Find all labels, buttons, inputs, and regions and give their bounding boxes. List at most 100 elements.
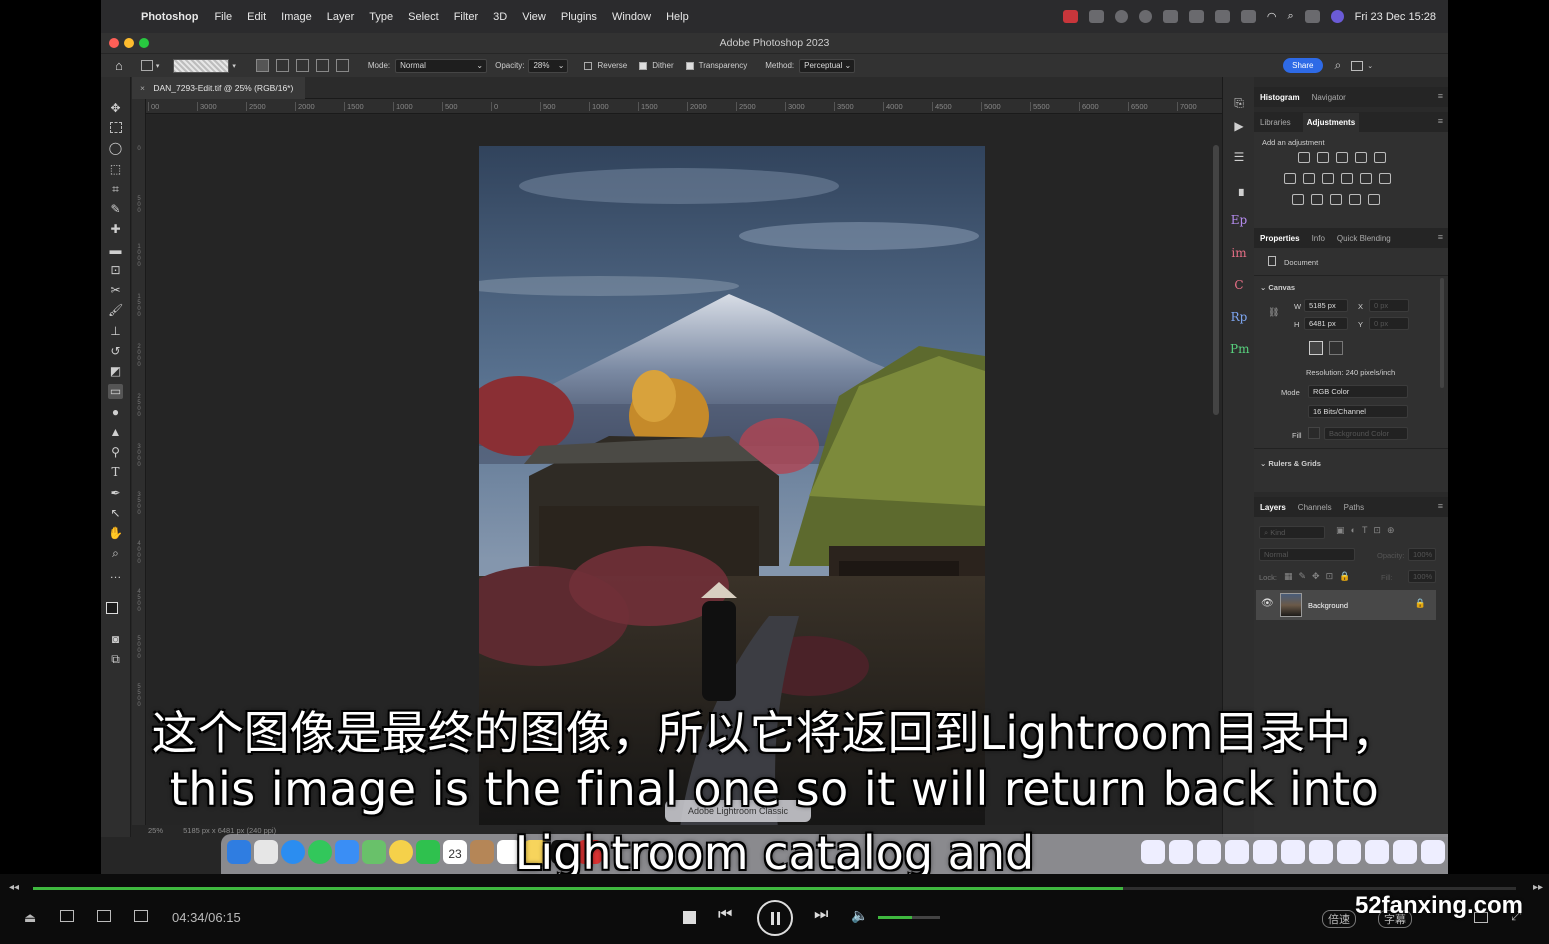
curves-icon[interactable] — [1336, 152, 1348, 163]
layer-comps-icon[interactable]: ☰ — [1230, 149, 1248, 165]
ep-plugin-icon[interactable]: Ep — [1230, 212, 1248, 228]
panel-menu-icon[interactable]: ≡ — [1438, 232, 1443, 242]
menu-edit[interactable]: Edit — [247, 11, 266, 23]
canvas-section-toggle[interactable]: ⌄ Canvas — [1260, 283, 1295, 292]
chevron-down-icon[interactable]: ⌄ — [1367, 62, 1373, 70]
document-tab[interactable]: × DAN_7293-Edit.tif @ 25% (RGB/16*) — [132, 77, 306, 99]
chevron-down-icon[interactable]: ▾ — [156, 62, 160, 70]
dodge-tool-icon[interactable]: ⚲ — [108, 445, 123, 460]
previous-button[interactable]: ⏮ — [718, 906, 732, 924]
plugin-panel-icon[interactable]: ▗ — [1230, 181, 1248, 197]
menu-image[interactable]: Image — [281, 11, 312, 23]
scissors-tool-icon[interactable]: ✂ — [108, 283, 123, 298]
progress-bar[interactable] — [33, 887, 1516, 890]
close-window-button[interactable] — [109, 38, 119, 48]
c-plugin-icon[interactable]: C — [1230, 277, 1248, 293]
height-field[interactable]: 6481 px — [1304, 317, 1348, 330]
clock[interactable]: Fri 23 Dec 15:28 — [1355, 11, 1436, 23]
input-method-icon[interactable] — [1214, 10, 1230, 23]
landscape-orientation-button[interactable] — [1329, 341, 1343, 355]
screen-mode-icon[interactable]: ⧉ — [108, 652, 123, 667]
search-icon[interactable]: ⌕ — [1288, 10, 1294, 23]
portrait-orientation-button[interactable] — [1309, 341, 1323, 355]
reflected-gradient-button[interactable] — [315, 59, 329, 72]
black-white-icon[interactable] — [1322, 173, 1334, 184]
tab-histogram[interactable]: Histogram — [1260, 93, 1300, 102]
rewind-icon[interactable]: ◂◂ — [9, 882, 19, 893]
channel-mixer-icon[interactable] — [1360, 173, 1372, 184]
object-selection-tool-icon[interactable]: ⬚ — [108, 162, 123, 177]
playlist-icon[interactable] — [60, 910, 74, 922]
stop-button[interactable] — [683, 911, 696, 924]
alert-icon[interactable] — [1188, 10, 1204, 23]
horizontal-ruler[interactable]: 00 3000 2500 2000 1500 1000 500 0 500 1000 1500 200… — [146, 99, 1222, 114]
width-field[interactable]: 5185 px — [1304, 299, 1348, 312]
blend-mode-select[interactable]: Normal — [1259, 548, 1355, 561]
tab-channels[interactable]: Channels — [1298, 503, 1332, 512]
panel-menu-icon[interactable]: ≡ — [1438, 116, 1443, 126]
close-tab-icon[interactable]: × — [140, 83, 145, 93]
lock-icons[interactable]: ▦✎✥⊡🔒 — [1284, 571, 1356, 582]
menu-file[interactable]: File — [214, 11, 232, 23]
stamp-tool-icon[interactable]: ⊥ — [108, 324, 123, 339]
tab-libraries[interactable]: Libraries — [1260, 118, 1291, 127]
type-tool-icon[interactable]: T — [108, 465, 123, 480]
vibrance-icon[interactable] — [1374, 152, 1386, 163]
minimize-window-button[interactable] — [124, 38, 134, 48]
panel-menu-icon[interactable]: ≡ — [1438, 501, 1443, 511]
menu-help[interactable]: Help — [666, 11, 689, 23]
next-button[interactable]: ⏭ — [814, 906, 828, 924]
actions-panel-icon[interactable]: ▶ — [1230, 118, 1248, 134]
layer-filter-kind[interactable]: ⌕ Kind — [1259, 526, 1325, 539]
fast-forward-icon[interactable]: ▸▸ — [1533, 882, 1543, 893]
tab-navigator[interactable]: Navigator — [1312, 93, 1346, 102]
app-menu[interactable]: Photoshop — [141, 11, 198, 23]
fill-swatch[interactable] — [1308, 427, 1320, 439]
x-field[interactable]: 0 px — [1369, 299, 1409, 312]
lasso-tool-icon[interactable]: ◯ — [108, 141, 123, 156]
y-field[interactable]: 0 px — [1369, 317, 1409, 330]
posterize-icon[interactable] — [1311, 194, 1323, 205]
transparency-option[interactable]: Transparency — [685, 61, 747, 70]
bit-depth-select[interactable]: 16 Bits/Channel — [1308, 405, 1408, 418]
fill-select[interactable]: Background Color — [1324, 427, 1408, 440]
maximize-window-button[interactable] — [139, 38, 149, 48]
tab-layers[interactable]: Layers — [1260, 503, 1286, 512]
history-panel-icon[interactable]: ⎘ — [1230, 95, 1248, 111]
dither-checkbox[interactable] — [639, 61, 648, 70]
blur-tool-icon[interactable]: ● — [108, 405, 123, 420]
foreground-color-swatch[interactable] — [106, 602, 118, 614]
menu-plugins[interactable]: Plugins — [561, 11, 597, 23]
hand-tool-icon[interactable]: ✋ — [108, 526, 123, 541]
eject-icon[interactable]: ⏏ — [24, 910, 36, 926]
screen-icon[interactable] — [1088, 10, 1104, 23]
stack-icon[interactable] — [1162, 10, 1178, 23]
pen-tool-icon[interactable]: ✒ — [108, 486, 123, 501]
brush-tool-icon[interactable]: 🖌 — [108, 303, 123, 318]
hue-saturation-icon[interactable] — [1284, 173, 1296, 184]
photo-filter-icon[interactable] — [1341, 173, 1353, 184]
opacity-field[interactable]: 28% ⌄ — [528, 58, 569, 73]
volume-slider[interactable] — [878, 916, 940, 919]
marquee-tool-icon[interactable] — [110, 122, 122, 133]
method-select[interactable]: Perceptual ⌄ — [799, 58, 856, 73]
star-icon[interactable] — [1114, 10, 1128, 23]
eraser-tool-icon[interactable]: ◩ — [108, 364, 123, 379]
gradient-picker[interactable] — [173, 58, 230, 73]
scrollbar-thumb[interactable] — [1213, 145, 1219, 415]
tab-adjustments[interactable]: Adjustments — [1302, 112, 1360, 132]
control-center-icon[interactable] — [1304, 10, 1320, 23]
speed-button[interactable]: 倍速 — [1322, 910, 1356, 928]
move-tool-icon[interactable]: ✥ — [108, 101, 123, 116]
home-icon[interactable]: ⌂ — [115, 58, 123, 73]
gradient-tool-icon[interactable]: ▭ — [108, 384, 123, 399]
ruler-tool-icon[interactable]: ▬ — [108, 243, 123, 258]
color-mode-select[interactable]: RGB Color — [1308, 385, 1408, 398]
tab-paths[interactable]: Paths — [1344, 503, 1364, 512]
im-plugin-icon[interactable]: im — [1230, 245, 1248, 261]
brightness-icon[interactable] — [1298, 152, 1310, 163]
menu-type[interactable]: Type — [369, 11, 393, 23]
wifi-icon[interactable]: ◠ — [1267, 10, 1277, 23]
transparency-checkbox[interactable] — [685, 61, 694, 70]
layer-row[interactable]: 👁 Background 🔒 — [1256, 590, 1436, 620]
